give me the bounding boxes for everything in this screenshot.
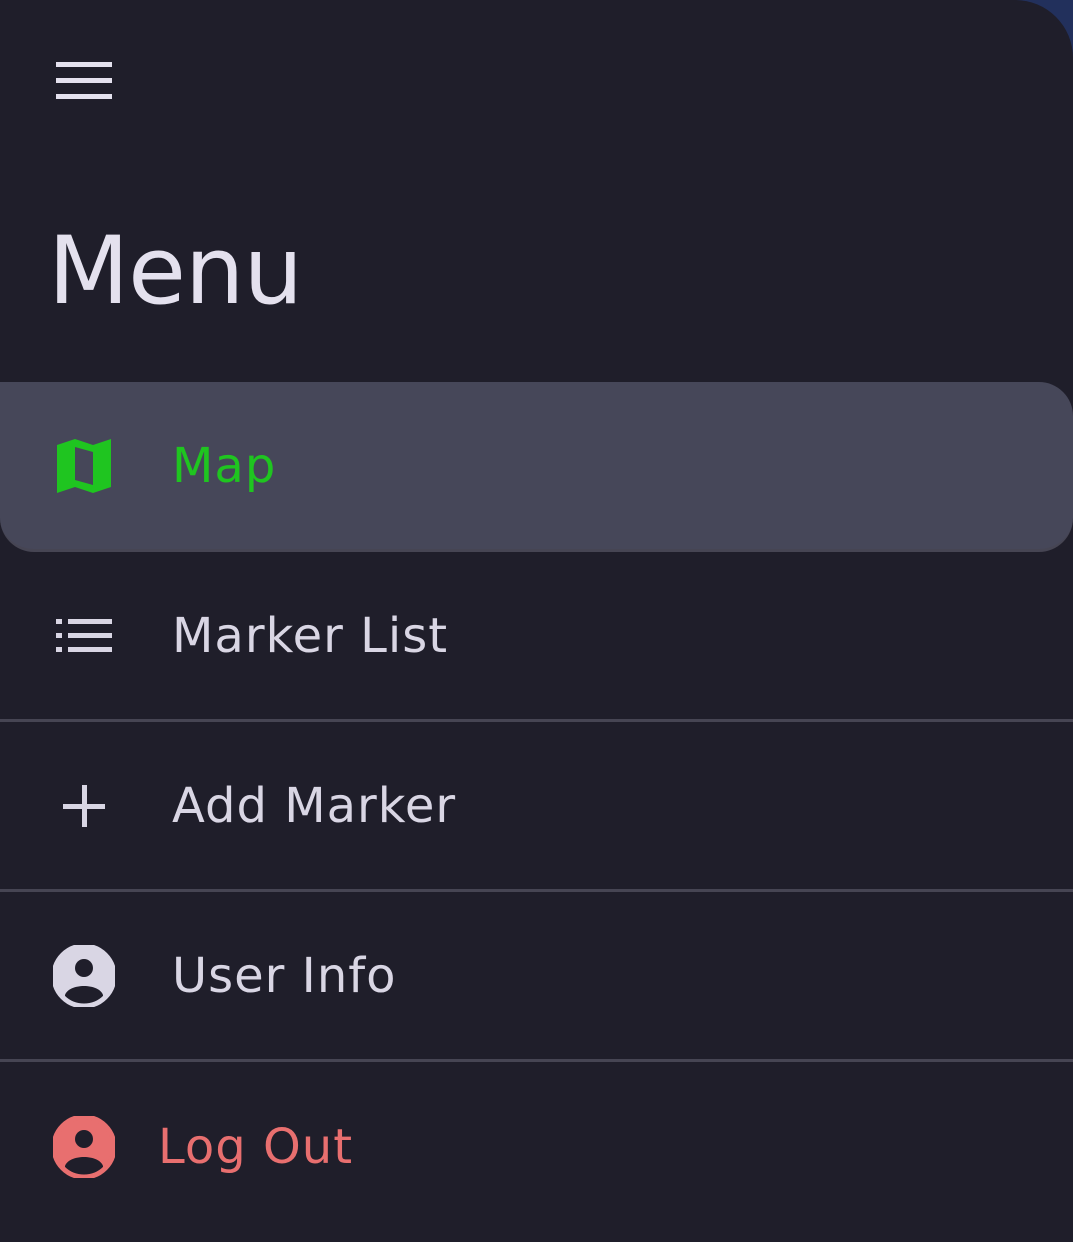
nav-item-label: Map [172, 437, 277, 494]
nav-item-add-marker[interactable]: Add Marker [0, 722, 1073, 892]
menu-title: Menu [48, 217, 303, 326]
account-circle-icon [50, 1113, 118, 1181]
nav-item-map[interactable]: Map [0, 382, 1073, 552]
nav-item-label: Add Marker [172, 777, 457, 834]
nav-item-user-info[interactable]: User Info [0, 892, 1073, 1062]
nav-item-label: User Info [172, 947, 397, 1004]
account-circle-icon [50, 942, 118, 1010]
nav-item-label: Log Out [158, 1119, 354, 1175]
map-icon [50, 432, 118, 500]
drawer-nav: Map Marker List Add Marker User Info Log… [0, 382, 1073, 1232]
nav-item-label: Marker List [172, 607, 449, 664]
nav-item-log-out[interactable]: Log Out [0, 1062, 1073, 1232]
plus-icon [50, 772, 118, 840]
list-icon [50, 602, 118, 670]
hamburger-menu-icon [56, 62, 112, 99]
nav-item-marker-list[interactable]: Marker List [0, 552, 1073, 722]
hamburger-menu-button[interactable] [42, 47, 126, 117]
navigation-drawer: Menu Map Marker List Add Marker User Inf… [0, 0, 1073, 1242]
